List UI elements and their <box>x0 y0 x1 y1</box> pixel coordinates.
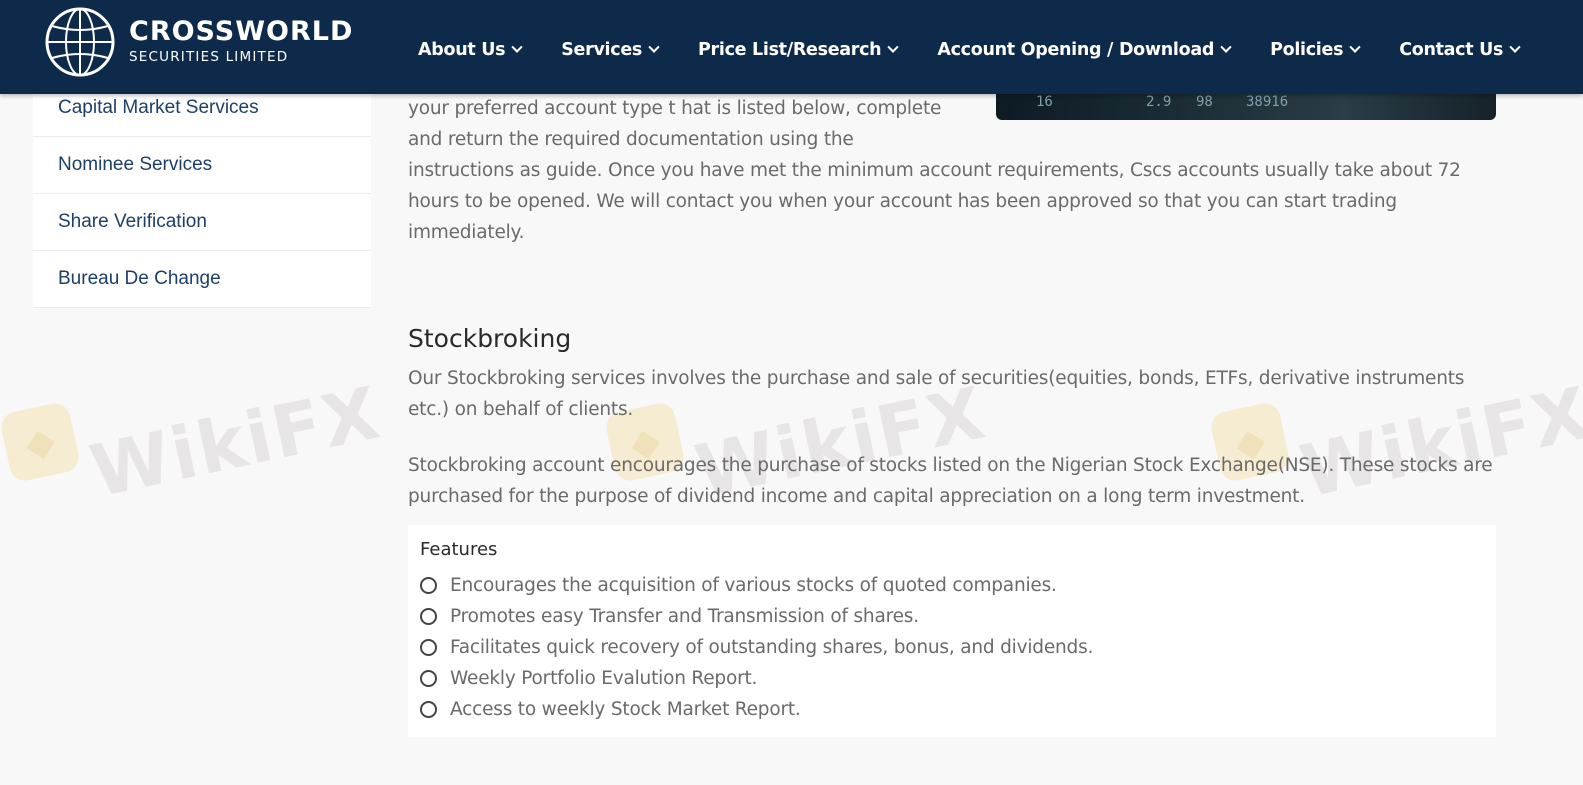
feature-item: Weekly Portfolio Evalution Report. <box>420 663 1484 694</box>
section-heading: Stockbroking <box>408 324 572 353</box>
nav-price-list-research[interactable]: Price List/Research <box>698 40 900 60</box>
sidebar-item-bureau-de-change[interactable]: Bureau De Change <box>33 251 371 308</box>
intro-text: instructions as guide. Once you have met… <box>408 160 1461 243</box>
sidebar-item-share-verification[interactable]: Share Verification <box>33 194 371 251</box>
nav-account-opening-download[interactable]: Account Opening / Download <box>937 40 1232 60</box>
feature-item: Facilitates quick recovery of outstandin… <box>420 632 1484 663</box>
circle-bullet-icon <box>420 701 437 718</box>
circle-bullet-icon <box>420 670 437 687</box>
brand-subtitle: SECURITIES LIMITED <box>129 49 289 65</box>
nav-contact-us[interactable]: Contact Us <box>1399 40 1521 60</box>
globe-logo-icon <box>45 7 115 77</box>
site-logo[interactable]: CROSSWORLD SECURITIES LIMITED <box>44 6 353 78</box>
chevron-down-icon <box>1349 41 1361 53</box>
features-title: Features <box>420 539 498 560</box>
nav-policies[interactable]: Policies <box>1270 40 1361 60</box>
feature-item: Encourages the acquisition of various st… <box>420 570 1484 601</box>
circle-bullet-icon <box>420 639 437 656</box>
sidebar-item-nominee-services[interactable]: Nominee Services <box>33 137 371 194</box>
wikifx-logo-icon: ◆ <box>0 400 82 484</box>
brand-name: CROSSWORLD <box>129 16 354 47</box>
chevron-down-icon <box>1220 41 1232 53</box>
chevron-down-icon <box>648 41 660 53</box>
nav-services[interactable]: Services <box>561 40 660 60</box>
features-box: Features Encourages the acquisition of v… <box>408 525 1496 737</box>
circle-bullet-icon <box>420 608 437 625</box>
intro-text-top: your preferred account type t hat is lis… <box>408 98 942 150</box>
feature-item: Promotes easy Transfer and Transmission … <box>420 601 1484 632</box>
services-sidebar: Capital Market Services Nominee Services… <box>33 80 371 308</box>
main-nav: About Us Services Price List/Research Ac… <box>418 40 1521 60</box>
site-header: CROSSWORLD SECURITIES LIMITED About Us S… <box>0 0 1583 94</box>
chevron-down-icon <box>1509 41 1521 53</box>
chevron-down-icon <box>887 41 900 53</box>
circle-bullet-icon <box>420 577 437 594</box>
chevron-down-icon <box>511 41 523 53</box>
nav-about-us[interactable]: About Us <box>418 40 523 60</box>
stockbroking-account-description: Stockbroking account encourages the purc… <box>408 455 1493 507</box>
watermark: ◆ WikiFX <box>0 370 388 514</box>
stockbroking-description: Our Stockbroking services involves the p… <box>408 368 1465 420</box>
stock-ticker-image: 16 2.9 98 38916 <box>996 90 1496 120</box>
feature-item: Access to weekly Stock Market Report. <box>420 694 1484 725</box>
main-content: 16 2.9 98 38916 your preferred account type… <box>408 90 1496 737</box>
